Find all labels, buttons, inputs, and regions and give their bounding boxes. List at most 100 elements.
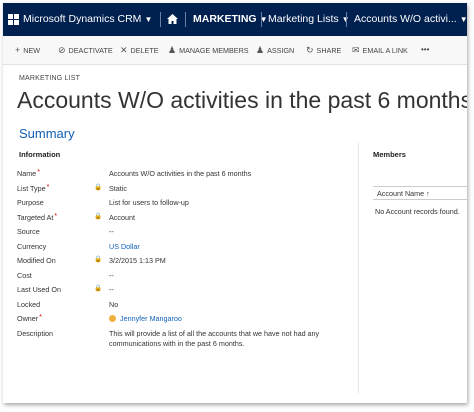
field-value-text: Accounts W/O activities in the past 6 mo… bbox=[109, 169, 252, 178]
field-value-description[interactable]: This will provide a list of all the acco… bbox=[109, 329, 339, 349]
field-row: Owner* Jennyfer Mangaroo bbox=[17, 312, 347, 327]
field-label-text: Modified On bbox=[17, 256, 56, 265]
field-row: List Type* 🔒 Static bbox=[17, 182, 347, 197]
new-button[interactable]: + NEW bbox=[15, 36, 40, 64]
field-value-text: Account bbox=[109, 212, 135, 222]
record-label: Accounts W/O activi... bbox=[354, 13, 457, 25]
email-link-button[interactable]: ✉ EMAIL A LINK bbox=[352, 36, 408, 64]
manage-members-icon: ♟ bbox=[168, 45, 177, 55]
app-switcher[interactable]: Microsoft Dynamics CRM ▼ bbox=[8, 3, 152, 36]
field-value-text: 3/2/2015 1:13 PM bbox=[109, 256, 166, 265]
record-entity-label: MARKETING LIST bbox=[19, 75, 81, 82]
field-label-text: Source bbox=[17, 227, 40, 236]
plus-icon: + bbox=[15, 45, 21, 55]
field-label: Cost bbox=[17, 271, 32, 280]
field-label-text: Cost bbox=[17, 270, 32, 280]
assign-button[interactable]: ♟ ASSIGN bbox=[256, 36, 294, 64]
field-value-targeted-at[interactable]: Account bbox=[109, 213, 339, 223]
members-empty-message: No Account records found. bbox=[375, 207, 460, 216]
information-fields: Name* Accounts W/O activities in the past… bbox=[17, 167, 347, 357]
record-menu[interactable]: Accounts W/O activi... ▼ bbox=[354, 3, 467, 36]
manage-members-button[interactable]: ♟ MANAGE MEMBERS bbox=[168, 36, 249, 64]
field-label: Currency bbox=[17, 242, 46, 251]
field-value-text: This will provide a list of all the acco… bbox=[109, 328, 320, 348]
field-label: Locked bbox=[17, 300, 40, 309]
new-label: NEW bbox=[23, 46, 41, 55]
area-label: MARKETING bbox=[193, 13, 257, 25]
field-value-text: List for users to follow-up bbox=[109, 198, 189, 207]
crm-window: Microsoft Dynamics CRM ▼ MARKETING ▼ Marke… bbox=[3, 3, 467, 403]
command-bar: + NEW ⊘ DEACTIVATE ✕ DELETE ♟ MANAGE MEMBERS… bbox=[3, 36, 467, 65]
field-value-text: No bbox=[109, 299, 119, 309]
account-name-column-header[interactable]: Account Name ↑ bbox=[373, 186, 467, 200]
panel-divider bbox=[358, 143, 359, 393]
field-label: Targeted At* bbox=[17, 213, 57, 222]
field-value-list-type[interactable]: Static bbox=[109, 184, 339, 194]
delete-button[interactable]: ✕ DELETE bbox=[120, 36, 159, 64]
user-icon bbox=[109, 315, 116, 322]
trash-icon: ✕ bbox=[120, 45, 128, 55]
field-label: Name* bbox=[17, 169, 40, 178]
field-value-source[interactable]: -- bbox=[109, 227, 339, 237]
deactivate-icon: ⊘ bbox=[58, 45, 66, 55]
field-row: Cost -- bbox=[17, 269, 347, 284]
field-label-text: Currency bbox=[17, 241, 47, 251]
field-value-text: Static bbox=[109, 183, 127, 193]
entity-menu-marketing-lists[interactable]: Marketing Lists▼ bbox=[268, 3, 350, 36]
field-label: List Type* bbox=[17, 184, 49, 193]
information-section-heading: Information bbox=[19, 150, 61, 159]
field-value-name[interactable]: Accounts W/O activities in the past 6 mo… bbox=[109, 169, 339, 179]
field-value-currency[interactable]: US Dollar bbox=[109, 242, 339, 252]
field-label-text: Targeted At bbox=[17, 212, 54, 222]
app-title: Microsoft Dynamics CRM bbox=[23, 13, 142, 25]
nav-divider bbox=[346, 12, 347, 27]
field-value-text: -- bbox=[109, 285, 114, 294]
field-row: Currency US Dollar bbox=[17, 240, 347, 255]
field-row: Locked No bbox=[17, 298, 347, 313]
more-commands-button[interactable]: ••• bbox=[421, 36, 429, 64]
summary-tab-heading[interactable]: Summary bbox=[19, 126, 75, 141]
nav-divider bbox=[261, 12, 262, 27]
field-row: Name* Accounts W/O activities in the past… bbox=[17, 167, 347, 182]
nav-divider bbox=[160, 12, 161, 27]
field-label: Owner* bbox=[17, 314, 42, 323]
field-label: Description bbox=[17, 329, 53, 338]
field-value-locked[interactable]: No bbox=[109, 300, 339, 310]
area-menu-marketing[interactable]: MARKETING ▼ bbox=[193, 3, 268, 36]
field-label: Purpose bbox=[17, 198, 44, 207]
windows-logo-icon bbox=[8, 13, 19, 25]
deactivate-label: DEACTIVATE bbox=[68, 46, 113, 55]
field-value-text: US Dollar bbox=[109, 241, 140, 251]
delete-label: DELETE bbox=[130, 46, 159, 55]
field-value-last-used-on[interactable]: -- bbox=[109, 285, 339, 295]
field-row: Last Used On 🔒 -- bbox=[17, 283, 347, 298]
field-value-owner[interactable]: Jennyfer Mangaroo bbox=[109, 314, 339, 324]
field-value-purpose[interactable]: List for users to follow-up bbox=[109, 198, 339, 208]
more-icon: ••• bbox=[421, 45, 430, 54]
required-marker: * bbox=[39, 314, 42, 321]
assign-icon: ♟ bbox=[256, 45, 265, 55]
field-value-cost[interactable]: -- bbox=[109, 271, 339, 281]
field-value-modified-on[interactable]: 3/2/2015 1:13 PM bbox=[109, 256, 339, 266]
share-icon: ↻ bbox=[306, 45, 314, 55]
deactivate-button[interactable]: ⊘ DEACTIVATE bbox=[58, 36, 113, 64]
email-link-label: EMAIL A LINK bbox=[362, 46, 408, 55]
field-row: Description This will provide a list of a… bbox=[17, 327, 347, 357]
nav-divider bbox=[185, 12, 186, 27]
lock-icon: 🔒 bbox=[94, 183, 103, 191]
field-label: Modified On bbox=[17, 256, 56, 265]
field-label: Last Used On bbox=[17, 285, 61, 294]
assign-label: ASSIGN bbox=[267, 46, 295, 55]
field-label-text: List Type bbox=[17, 183, 46, 193]
required-marker: * bbox=[54, 212, 58, 220]
page-title: Accounts W/O activities in the past 6 mo… bbox=[17, 87, 467, 113]
lock-icon: 🔒 bbox=[94, 256, 103, 263]
home-button[interactable] bbox=[167, 3, 178, 36]
field-row: Modified On 🔒 3/2/2015 1:13 PM bbox=[17, 254, 347, 269]
lock-icon: 🔒 bbox=[94, 212, 103, 220]
field-value-text: -- bbox=[109, 227, 114, 236]
home-icon bbox=[167, 14, 178, 25]
share-button[interactable]: ↻ SHARE bbox=[306, 36, 341, 64]
manage-members-label: MANAGE MEMBERS bbox=[179, 46, 249, 55]
field-row: Source -- bbox=[17, 225, 347, 240]
